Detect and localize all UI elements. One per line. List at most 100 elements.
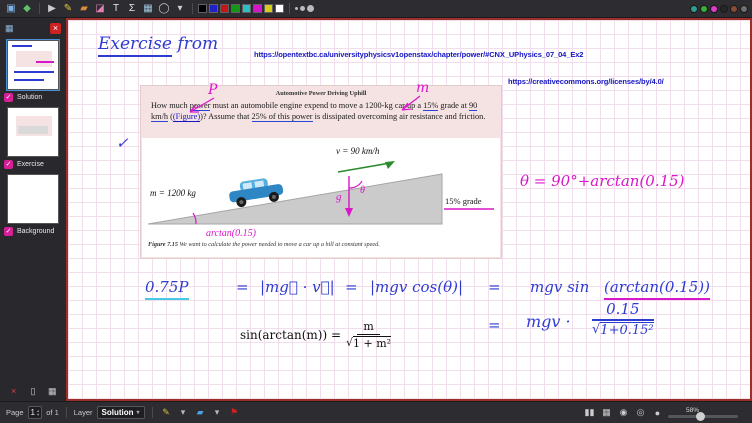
color-swatch-magenta[interactable]	[253, 4, 262, 13]
checkbox-checked-icon[interactable]: ✓	[4, 160, 13, 169]
thumbnail-mark	[14, 79, 44, 81]
quick-color-gray-icon[interactable]	[740, 5, 748, 13]
layer-toggle-solution[interactable]: ✓ Solution	[0, 90, 66, 103]
add-image-icon[interactable]: ▦	[45, 384, 59, 398]
zoom-control: 58%	[668, 407, 746, 418]
figure-caption: Figure 7.15 We want to calculate the pow…	[142, 238, 500, 257]
layer-toggle-background[interactable]: ✓ Background	[0, 224, 66, 237]
zoom-original-icon[interactable]: ◎	[634, 406, 647, 419]
eq2-equals: =	[488, 316, 501, 334]
pen-dropdown-icon[interactable]: ▾	[177, 406, 190, 419]
stroke-size-fine-icon[interactable]	[295, 7, 298, 10]
heading-underlined-word: Exercise	[98, 34, 172, 57]
page-number: 1	[31, 408, 35, 417]
shape-recognizer-icon[interactable]: ◆	[20, 2, 34, 16]
delete-layer-icon[interactable]: ×	[7, 384, 21, 398]
stroke-size-medium-icon[interactable]	[300, 6, 305, 11]
thumbnail-mark	[12, 45, 32, 47]
layer-label: Exercise	[17, 161, 44, 168]
eq-equals: =	[488, 278, 501, 296]
close-sidebar-button[interactable]: ×	[50, 23, 61, 34]
color-swatch-red[interactable]	[220, 4, 229, 13]
source-url-link[interactable]: https://opentextbc.ca/universityphysicsv…	[254, 50, 583, 59]
zoom-fit-icon[interactable]: ◉	[617, 406, 630, 419]
quick-color-teal-icon[interactable]	[690, 5, 698, 13]
zoom-percentage: 58%	[668, 407, 699, 414]
eraser-icon[interactable]: ◪	[93, 2, 107, 16]
quick-color-pink-icon[interactable]	[710, 5, 718, 13]
figure-link[interactable]: (Figure)	[173, 112, 200, 122]
fill-dropdown-icon[interactable]: ▾	[211, 406, 224, 419]
preview-panel-icon[interactable]: ▦	[5, 23, 14, 34]
spin-down-icon[interactable]: ▾	[37, 413, 39, 417]
zoom-slider[interactable]	[668, 415, 738, 418]
eq-cos-form: |mgv cos(θ)|	[370, 278, 463, 296]
layer-thumbnail-solution[interactable]	[7, 40, 59, 90]
layer-thumbnail-background[interactable]	[7, 174, 59, 224]
eq2-lhs: mgv ·	[526, 312, 571, 331]
page-label: Page	[6, 408, 24, 417]
bookmark-icon[interactable]: ⚑	[228, 406, 241, 419]
eq2-denominator: 1+0.15²	[600, 322, 653, 338]
license-url-link[interactable]: https://creativecommons.org/licenses/by/…	[508, 77, 664, 86]
text-tool-icon[interactable]: T	[109, 2, 123, 16]
latex-tool-icon[interactable]: Σ	[125, 2, 139, 16]
quick-color-black-icon[interactable]	[720, 5, 728, 13]
color-swatch-white[interactable]	[275, 4, 284, 13]
figure-caption-label: Figure 7.15	[148, 241, 178, 248]
pen-icon[interactable]: ✎	[61, 2, 75, 16]
color-swatch-yellow[interactable]	[264, 4, 273, 13]
zoom-slider-knob[interactable]	[696, 412, 705, 421]
sidebar-footer: × ▯ ▦	[0, 384, 66, 398]
color-swatch-cyan[interactable]	[242, 4, 251, 13]
layer-toggle-exercise[interactable]: ✓ Exercise	[0, 157, 66, 170]
page-spinner[interactable]: 1 ▴▾	[28, 406, 43, 419]
arctan-annotation: arctan(0.15)	[206, 228, 257, 238]
quick-color-green-icon[interactable]	[700, 5, 708, 13]
toolbar-separator	[289, 3, 290, 14]
checkbox-checked-icon[interactable]: ✓	[4, 227, 13, 236]
color-swatch-blue[interactable]	[209, 4, 218, 13]
layer-dropdown[interactable]: Solution ▾	[97, 406, 145, 419]
fill-color-icon[interactable]: ▰	[194, 406, 207, 419]
incline-figure: m = 1200 kg v = 90 km/h 15% grade g θ ar…	[142, 138, 500, 238]
shape-tool-icon[interactable]: ◯	[157, 2, 171, 16]
thumbnail-mark	[16, 51, 52, 67]
page-canvas[interactable]: Exercise from https://opentextbc.ca/univ…	[66, 18, 752, 401]
zoom-page-icon[interactable]: ●	[651, 406, 664, 419]
top-toolbar: ▣ ◆ ▶ ✎ ▰ ◪ T Σ ▦ ◯ ▾	[0, 0, 752, 18]
layer-thumbnail-exercise[interactable]	[7, 107, 59, 157]
stroke-size-thick-icon[interactable]	[307, 5, 314, 12]
grade-label: 15% grade	[445, 196, 482, 206]
color-swatch-green[interactable]	[231, 4, 240, 13]
page-count-label: of 1	[46, 408, 59, 417]
highlighter-icon[interactable]: ▰	[77, 2, 91, 16]
tool-dropdown-icon[interactable]: ▾	[173, 2, 187, 16]
velocity-arrowhead	[385, 161, 395, 169]
checkbox-checked-icon[interactable]: ✓	[4, 93, 13, 102]
quick-color-brown-icon[interactable]	[730, 5, 738, 13]
layer-preview-sidebar: ▦ × ✓ Solution ✓ Exercise ✓ Background	[0, 18, 66, 401]
problem-image[interactable]: Automotive Power Driving Uphill How much…	[141, 86, 501, 258]
eq-lhs: 0.75P	[145, 278, 189, 300]
eq2-numerator: 0.15	[592, 300, 653, 321]
image-tool-icon[interactable]: ▦	[141, 2, 155, 16]
identity-numerator: m	[357, 320, 379, 335]
dual-page-icon[interactable]: ▮▮	[583, 406, 596, 419]
toolbox-icon[interactable]: ▣	[4, 2, 18, 16]
chevron-down-icon: ▾	[137, 409, 140, 416]
thumbnail-mark	[18, 126, 48, 134]
color-swatch-black[interactable]	[198, 4, 207, 13]
pointer-icon[interactable]: ▶	[45, 2, 59, 16]
identity-formula: sin(arctan(m)) = m √1 + m²	[240, 320, 391, 350]
layer-label: Layer	[74, 408, 93, 417]
handwritten-heading: Exercise from	[98, 34, 218, 54]
grid-view-icon[interactable]: ▦	[600, 406, 613, 419]
trash-icon[interactable]: ▯	[26, 384, 40, 398]
layer-label: Background	[17, 228, 54, 235]
pen-settings-icon[interactable]: ✎	[160, 406, 173, 419]
mass-label: m = 1200 kg	[150, 188, 196, 198]
thumbnail-mark	[36, 61, 54, 63]
layer-dropdown-value: Solution	[102, 408, 134, 417]
eq-equals: =	[345, 278, 358, 296]
